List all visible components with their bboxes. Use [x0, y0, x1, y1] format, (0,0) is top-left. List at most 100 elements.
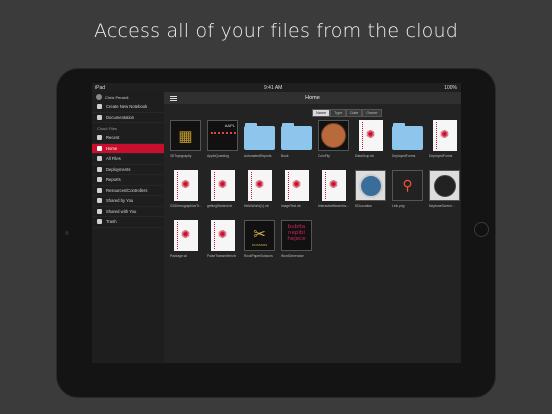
sidebar-item-label: Shared by You — [106, 198, 134, 204]
sort-date-button[interactable]: Date — [346, 109, 363, 117]
sidebar-item-resources-controllers[interactable]: Resources/Controllers — [92, 186, 164, 196]
device-label: iPad — [95, 85, 106, 91]
home-button[interactable] — [474, 222, 489, 237]
file-item[interactable]: CoinFlip — [316, 120, 351, 168]
sidebar-item-trash[interactable]: Trash — [92, 217, 164, 228]
file-thumbnail: ✺ — [355, 120, 386, 151]
file-item[interactable]: AAPL AppleQuantlog — [205, 120, 240, 168]
file-item[interactable]: ✺ gettingStarted.nb — [205, 170, 240, 218]
sidebar-item-label: Shared with You — [106, 208, 137, 214]
file-item[interactable]: ⚲ Link.png — [390, 170, 425, 218]
notebook-icon: ✺ — [173, 220, 198, 251]
topography-image: ▦ — [170, 120, 201, 151]
file-item[interactable]: NeptuneScreen... — [427, 170, 461, 218]
share-icon — [97, 198, 102, 204]
file-thumbnail: ✂ SCISSORS — [244, 220, 275, 251]
top-bar: Home — [164, 92, 461, 104]
file-item[interactable]: AutomatedReports — [242, 120, 277, 168]
folder-icon — [244, 123, 275, 150]
menu-icon[interactable] — [170, 96, 177, 101]
file-grid: ▦ 3DTopography AAPL AppleQuantlog AutomatedR… — [168, 120, 461, 268]
sidebar-item-shared-with-you[interactable]: Shared with You — [92, 207, 164, 217]
notebook-icon: ✺ — [432, 120, 457, 151]
file-item[interactable]: ✺ PulseTransmitter.nb — [205, 220, 240, 268]
file-item[interactable]: ✺ DataGrop.nb — [353, 120, 388, 168]
word-generator-image: bubita nepibl hejece — [281, 220, 312, 251]
sidebar-item-label: Deployments — [106, 166, 131, 172]
file-thumbnail: ✺ — [170, 220, 201, 251]
trash-icon — [97, 219, 102, 225]
sidebar-item-home[interactable]: Home — [92, 143, 164, 154]
sort-name-button[interactable]: Name — [312, 109, 331, 117]
file-name: InteractiveBeamInv... — [318, 204, 349, 208]
file-item[interactable]: ✺ HelloWorld(1).nb — [242, 170, 277, 218]
sidebar-item-reports[interactable]: Reports — [92, 175, 164, 186]
sidebar-item-label: Create New Notebook — [106, 104, 148, 110]
file-item[interactable]: ✺ GDDemographicsTr... — [168, 170, 203, 218]
file-item[interactable]: ▦ 3DTopography — [168, 120, 203, 168]
sort-control: Name Type Date Owner — [312, 109, 382, 117]
file-name: WordGenerator — [281, 254, 304, 258]
file-thumbnail — [281, 120, 312, 151]
sort-type-button[interactable]: Type — [330, 109, 347, 117]
sort-owner-button[interactable]: Owner — [362, 109, 382, 117]
file-name: AppleQuantlog — [207, 154, 229, 158]
file-thumbnail: ✺ — [244, 170, 275, 201]
file-item[interactable]: ✺ InteractiveBeamInv... — [316, 170, 351, 218]
notebook-icon: ✺ — [247, 170, 272, 201]
sidebar-item-documentation[interactable]: Documentation — [92, 113, 164, 123]
sidebar-section-title: Cloud Files — [97, 126, 118, 131]
notebook-icon: ✺ — [284, 170, 309, 201]
notebook-icon: ✺ — [210, 170, 235, 201]
avatar — [96, 94, 102, 100]
user-name: Chris Perardi — [105, 94, 129, 100]
sidebar-item-create-new-notebook[interactable]: Create New Notebook — [92, 102, 164, 113]
sidebar-item-recent[interactable]: Recent — [92, 133, 164, 144]
file-thumbnail: AAPL — [207, 120, 238, 151]
notebook-icon: ✺ — [210, 220, 235, 251]
file-thumbnail — [318, 120, 349, 151]
coin-image — [318, 120, 349, 151]
file-name: PulseTransmitter.nb — [207, 254, 237, 258]
file-name: DataGrop.nb — [355, 154, 374, 158]
camera-dot — [65, 231, 69, 235]
sidebar-item-deployments[interactable]: Deployments — [92, 165, 164, 175]
file-item[interactable]: DeployedForms — [390, 120, 425, 168]
planet-image — [429, 170, 460, 201]
sidebar-item-shared-by-you[interactable]: Shared by You — [92, 196, 164, 207]
file-item[interactable]: KDLocation — [353, 170, 388, 218]
report-icon — [97, 177, 102, 183]
file-item[interactable]: ✺ DeployedForms — [427, 120, 461, 168]
notebook-plus-icon — [97, 104, 102, 110]
file-item[interactable]: ✺ Package.wl — [168, 220, 203, 268]
sidebar-item-all-files[interactable]: All Files — [92, 154, 164, 165]
file-item[interactable]: ✺ imageTest.nb — [279, 170, 314, 218]
clock-icon — [97, 135, 102, 141]
sidebar-item-label: Documentation — [106, 114, 135, 120]
file-thumbnail: ✺ — [207, 170, 238, 201]
file-name: HelloWorld(1).nb — [244, 204, 269, 208]
file-name: imageTest.nb — [281, 204, 301, 208]
files-icon — [97, 156, 102, 162]
file-name: Package.wl — [170, 254, 187, 258]
sidebar-item-label: Home — [106, 145, 118, 151]
sidebar-item-label: Trash — [106, 219, 117, 225]
notebook-icon: ✺ — [321, 170, 346, 201]
file-item[interactable]: Book — [279, 120, 314, 168]
sidebar-item-label: Resources/Controllers — [106, 187, 148, 193]
file-thumbnail: ✺ — [207, 220, 238, 251]
stock-chart-image: AAPL — [207, 120, 238, 151]
file-name: gettingStarted.nb — [207, 204, 233, 208]
clock: 9:41 AM — [264, 85, 283, 91]
file-item[interactable]: bubita nepibl hejece WordGenerator — [279, 220, 314, 268]
status-bar: iPad 9:41 AM 100% — [92, 83, 461, 92]
folder-icon — [392, 123, 423, 150]
file-item[interactable]: ✂ SCISSORS RockPaperScissors — [242, 220, 277, 268]
notebook-icon: ✺ — [358, 120, 383, 151]
file-name: NeptuneScreen... — [429, 204, 455, 208]
file-thumbnail — [355, 170, 386, 201]
scissors-image: ✂ SCISSORS — [244, 220, 275, 251]
file-name: DeployedForms — [392, 154, 416, 158]
user-row[interactable]: Chris Perardi — [92, 92, 164, 102]
file-thumbnail: bubita nepibl hejece — [281, 220, 312, 251]
